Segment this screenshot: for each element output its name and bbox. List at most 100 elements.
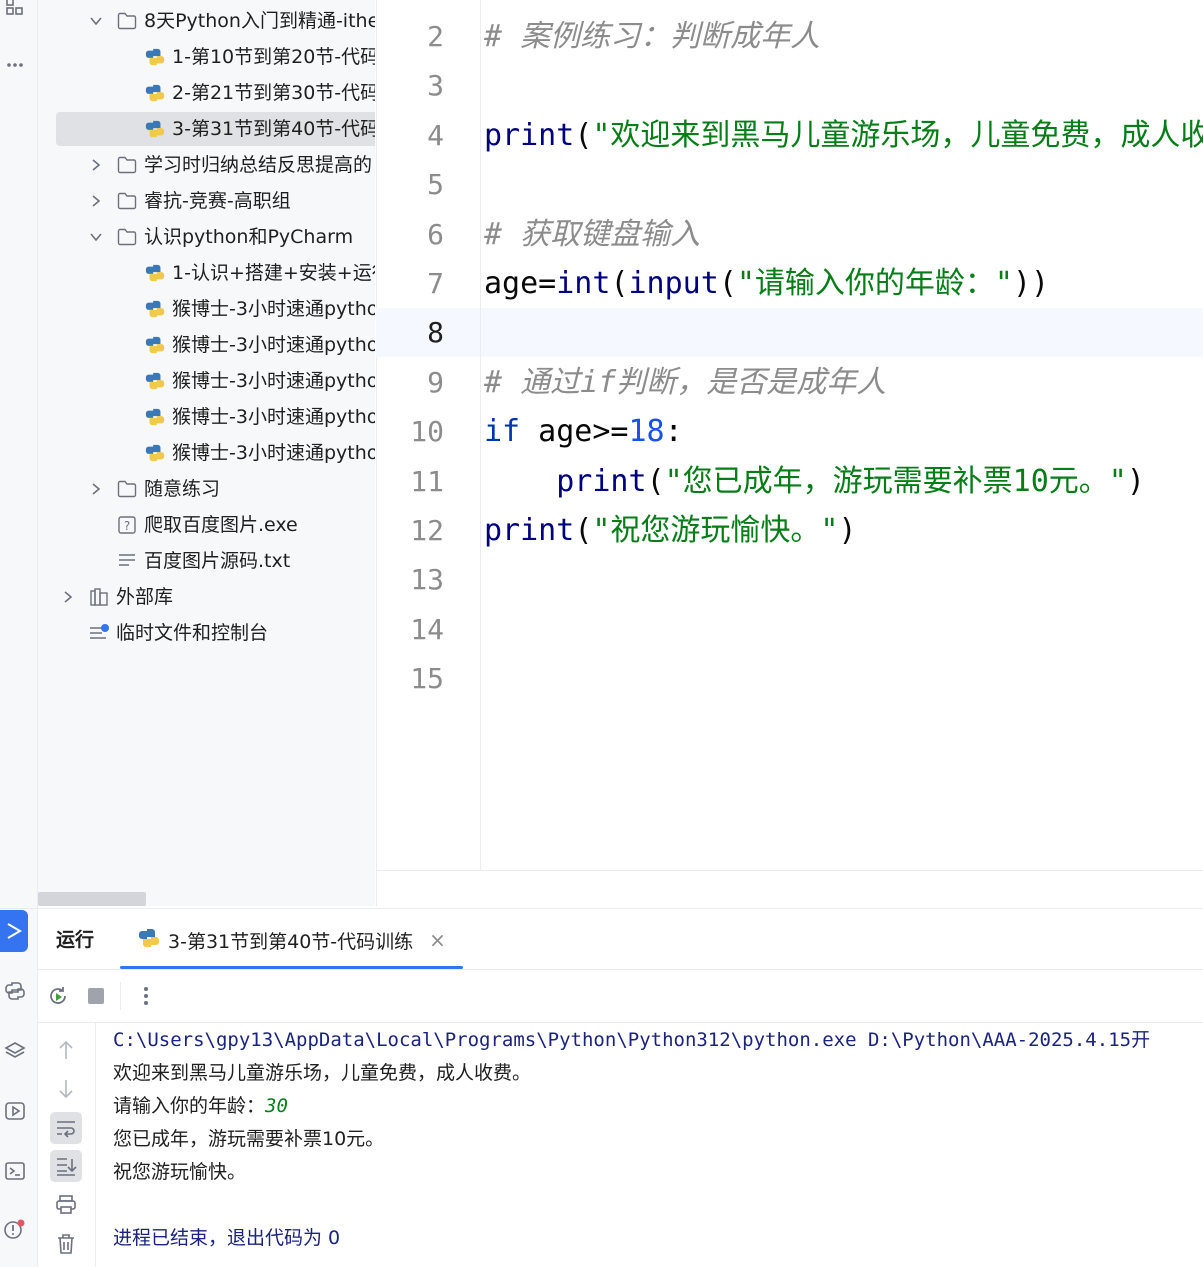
tree-item[interactable]: 百度图片源码.txt <box>38 544 375 578</box>
code-line[interactable]: # 获取键盘输入 <box>484 210 700 259</box>
tree-item[interactable]: 猴博士-3小时速通pytho <box>38 364 375 398</box>
tree-item[interactable]: 学习时归纳总结反思提高的 <box>38 148 375 182</box>
line-number: 9 <box>427 365 444 399</box>
code-function: print <box>484 513 575 548</box>
tree-item[interactable]: 睿抗-竞赛-高职组 <box>38 184 375 218</box>
code-line[interactable]: # 案例练习：判断成年人 <box>484 12 820 61</box>
code-line[interactable]: age=int(input("请输入你的年龄：")) <box>484 259 1049 308</box>
current-line-highlight <box>376 308 1203 357</box>
tree-item[interactable]: 猴博士-3小时速通pytho <box>38 292 375 326</box>
scroll-to-end-icon[interactable] <box>50 1150 82 1182</box>
tree-item[interactable]: 临时文件和控制台 <box>38 616 375 650</box>
line-number: 14 <box>410 612 444 646</box>
external-libraries-icon <box>88 580 110 614</box>
python-file-icon <box>144 40 166 74</box>
code-number: 18 <box>628 414 665 450</box>
tree-item[interactable]: 1-第10节到第20节-代码 <box>38 40 375 74</box>
code-function: print <box>556 463 647 499</box>
code-assignment: age= <box>484 266 557 301</box>
tree-item[interactable]: 猴博士-3小时速通pytho <box>38 328 375 362</box>
python-file-icon <box>144 76 166 110</box>
line-number: 5 <box>427 168 444 202</box>
code-line[interactable]: print("祝您游玩愉快。") <box>484 506 857 555</box>
trash-icon[interactable] <box>50 1228 82 1260</box>
tree-item-label: 认识python和PyCharm <box>144 226 354 248</box>
tree-item-label: 1-认识+搭建+安装+运行 <box>172 262 375 284</box>
console-output-line: 您已成年，游玩需要补票10元。 <box>113 1128 385 1150</box>
tree-item[interactable]: 2-第21节到第30节-代码 <box>38 76 375 110</box>
tree-item[interactable]: ? 爬取百度图片.exe <box>38 508 375 542</box>
chevron-down-icon[interactable] <box>88 4 104 38</box>
code-comment: # 获取键盘输入 <box>484 216 701 252</box>
code-punctuation: )) <box>1013 266 1050 301</box>
python-file-icon <box>138 927 160 954</box>
tree-item-label: 猴博士-3小时速通pytho <box>172 406 375 428</box>
python-file-icon <box>144 400 166 434</box>
tool-window-strip <box>0 0 38 1267</box>
line-number: 2 <box>427 20 444 53</box>
console-exit-message: 进程已结束，退出代码为 0 <box>113 1227 341 1249</box>
editor-bottom-border <box>376 870 1203 871</box>
scroll-up-icon[interactable] <box>50 1034 82 1066</box>
code-punctuation: ( <box>610 266 629 301</box>
run-config-tab[interactable]: 3-第31节到第40节-代码训练 × <box>138 925 446 955</box>
code-line[interactable]: # 通过if判断，是否是成年人 <box>484 358 886 407</box>
chevron-right-icon[interactable] <box>88 148 104 182</box>
line-number: 6 <box>427 217 444 251</box>
python-file-icon <box>144 256 166 290</box>
code-line[interactable]: if age>=18: <box>484 407 683 456</box>
soft-wrap-icon[interactable] <box>50 1112 82 1144</box>
console-output-line: 欢迎来到黑马儿童游乐场，儿童免费，成人收费。 <box>113 1062 532 1084</box>
tree-item[interactable]: 认识python和PyCharm <box>38 220 375 254</box>
code-function: print <box>484 117 575 153</box>
tree-item[interactable]: 猴博士-3小时速通pytho <box>38 400 375 434</box>
tree-item-label: 随意练习 <box>144 478 221 500</box>
scroll-down-icon[interactable] <box>50 1073 82 1105</box>
code-line[interactable]: print("欢迎来到黑马儿童游乐场，儿童免费，成人收 <box>484 111 1203 160</box>
services-icon[interactable] <box>0 1096 30 1126</box>
problems-icon[interactable] <box>0 1214 30 1244</box>
structure-icon[interactable] <box>0 0 30 22</box>
chevron-right-icon[interactable] <box>88 184 104 218</box>
more-options-icon[interactable] <box>134 982 158 1010</box>
chevron-right-icon[interactable] <box>60 580 76 614</box>
console-user-input: 30 <box>265 1095 288 1117</box>
folder-icon <box>116 184 138 218</box>
code-string: "请输入你的年龄：" <box>736 266 1013 301</box>
run-tool-icon[interactable] <box>0 910 28 952</box>
python-packages-icon[interactable] <box>0 976 30 1006</box>
tree-item-label: 猴博士-3小时速通pytho <box>172 334 375 356</box>
tree-item[interactable]: 外部库 <box>38 580 375 614</box>
tree-item-label: 3-第31节到第40节-代码 <box>172 118 375 140</box>
tree-item[interactable]: 随意练习 <box>38 472 375 506</box>
tree-item[interactable]: 1-认识+搭建+安装+运行 <box>38 256 375 290</box>
gutter-divider <box>480 0 481 870</box>
chevron-right-icon[interactable] <box>88 472 104 506</box>
print-icon[interactable] <box>50 1189 82 1221</box>
line-number: 11 <box>410 464 444 498</box>
code-punctuation: ( <box>718 266 737 301</box>
tree-item[interactable]: 8天Python入门到精通-ithe <box>38 4 375 38</box>
tree-item[interactable]: 猴博士-3小时速通pytho <box>38 436 375 470</box>
toolbar-separator <box>120 982 121 1010</box>
code-punctuation: ) <box>1126 463 1145 499</box>
rerun-icon[interactable] <box>44 982 72 1010</box>
more-icon[interactable] <box>0 50 30 80</box>
line-number: 7 <box>427 267 444 300</box>
line-number: 3 <box>427 69 444 103</box>
layers-icon[interactable] <box>0 1036 30 1066</box>
python-file-icon <box>144 292 166 326</box>
code-punctuation: ( <box>574 117 593 153</box>
chevron-down-icon[interactable] <box>88 220 104 254</box>
tree-item-label: 睿抗-竞赛-高职组 <box>144 190 291 212</box>
code-line[interactable]: print("您已成年，游玩需要补票10元。") <box>484 457 1145 506</box>
project-tree: 8天Python入门到精通-ithe 1-第10节到第20节-代码 2-第21节到第… <box>38 0 375 906</box>
stop-icon[interactable] <box>86 986 106 1006</box>
line-number: 8 <box>427 316 444 350</box>
terminal-icon[interactable] <box>0 1156 30 1186</box>
tree-item[interactable]: 3-第31节到第40节-代码 <box>56 112 375 146</box>
code-punctuation: ) <box>838 513 857 548</box>
close-tab-icon[interactable]: × <box>429 928 446 952</box>
tree-horizontal-scrollbar[interactable] <box>38 892 146 906</box>
